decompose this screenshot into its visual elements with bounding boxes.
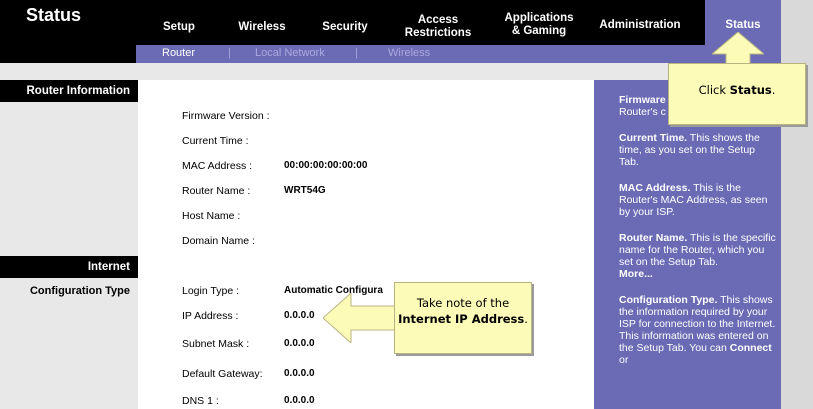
dns1-label: DNS 1 : bbox=[182, 395, 219, 407]
subtab-separator: | bbox=[228, 47, 231, 59]
callout-text-end: . bbox=[771, 83, 776, 97]
help-connect-word: Connect bbox=[729, 342, 772, 354]
help-firmware-title: Firmware bbox=[619, 94, 666, 106]
right-margin bbox=[781, 0, 813, 409]
firmware-label: Firmware Version : bbox=[182, 110, 270, 122]
help-current-time: Current Time. This shows the time, as yo… bbox=[619, 132, 777, 168]
subnet-mask-value: 0.0.0.0 bbox=[284, 338, 315, 349]
help-router-name: Router Name. This is the specific name f… bbox=[619, 232, 777, 268]
login-type-label: Login Type : bbox=[182, 285, 240, 297]
header-left-bar bbox=[0, 45, 136, 63]
default-gateway-label: Default Gateway: bbox=[182, 368, 263, 380]
configuration-type-label: Configuration Type bbox=[29, 285, 130, 297]
header-gap bbox=[0, 63, 781, 80]
tab-status-label: Status bbox=[725, 19, 761, 31]
callout-bold-text: Internet IP Address bbox=[398, 312, 525, 326]
section-router-information: Router Information bbox=[0, 80, 138, 102]
tab-administration[interactable]: Administration bbox=[596, 19, 684, 32]
subnav-bar: Router | Local Network | Wireless bbox=[136, 45, 781, 63]
host-name-label: Host Name : bbox=[182, 210, 241, 222]
callout-text: Click bbox=[698, 83, 730, 97]
callout-click-status: Click Status. bbox=[668, 63, 806, 125]
ip-address-value: 0.0.0.0 bbox=[284, 310, 315, 321]
page-title: Status bbox=[26, 5, 82, 25]
router-name-value: WRT54G bbox=[284, 185, 326, 196]
subtab-local-network[interactable]: Local Network bbox=[255, 47, 325, 59]
help-or-text: or bbox=[619, 354, 629, 366]
domain-name-label: Domain Name : bbox=[182, 235, 255, 247]
help-mac-address: MAC Address. This is the Router's MAC Ad… bbox=[619, 182, 777, 218]
mac-address-value: 00:00:00:00:00:00 bbox=[284, 160, 368, 171]
default-gateway-value: 0.0.0.0 bbox=[284, 368, 315, 379]
help-configuration-type: Configuration Type. This shows the infor… bbox=[619, 294, 777, 366]
callout-text: Take note of the bbox=[416, 296, 510, 310]
subtab-router[interactable]: Router bbox=[162, 47, 195, 59]
help-mac-title: MAC Address. bbox=[619, 182, 691, 194]
help-more-link[interactable]: More... bbox=[619, 268, 777, 280]
help-panel: Firmware Router's c Current Time. This sh… bbox=[594, 80, 781, 409]
mac-address-label: MAC Address : bbox=[182, 160, 253, 172]
subtab-separator: | bbox=[355, 47, 358, 59]
tab-wireless[interactable]: Wireless bbox=[236, 21, 288, 34]
router-name-label: Router Name : bbox=[182, 185, 251, 197]
callout-arrow-up-icon bbox=[712, 32, 764, 66]
tab-applications-gaming[interactable]: Applications & Gaming bbox=[500, 12, 578, 38]
ip-address-label: IP Address : bbox=[182, 310, 239, 322]
left-column: Router Information Internet Configuratio… bbox=[0, 80, 138, 409]
current-time-label: Current Time : bbox=[182, 135, 249, 147]
section-internet: Internet bbox=[0, 256, 138, 278]
subtab-wireless[interactable]: Wireless bbox=[388, 47, 430, 59]
help-name-title: Router Name. bbox=[619, 232, 688, 244]
section-title: Router Information bbox=[26, 85, 131, 97]
callout-arrow-left-icon bbox=[323, 293, 399, 343]
main-content: Firmware Version : Current Time : MAC Ad… bbox=[138, 80, 594, 409]
tab-security[interactable]: Security bbox=[321, 21, 369, 34]
help-firmware-text: Router's c bbox=[619, 106, 666, 118]
tab-setup[interactable]: Setup bbox=[162, 21, 196, 34]
tab-access-restrictions[interactable]: Access Restrictions bbox=[400, 14, 476, 40]
dns1-value: 0.0.0.0 bbox=[284, 395, 315, 406]
callout-bold-text: Status bbox=[729, 83, 772, 97]
more-link[interactable]: More... bbox=[619, 268, 653, 280]
help-time-title: Current Time. bbox=[619, 132, 688, 144]
help-config-title: Configuration Type. bbox=[619, 294, 718, 306]
callout-internet-ip: Take note of the Internet IP Address. bbox=[394, 282, 532, 354]
section-title: Internet bbox=[87, 261, 130, 273]
callout-text-end: . bbox=[524, 312, 528, 326]
subnet-mask-label: Subnet Mask : bbox=[182, 338, 250, 350]
